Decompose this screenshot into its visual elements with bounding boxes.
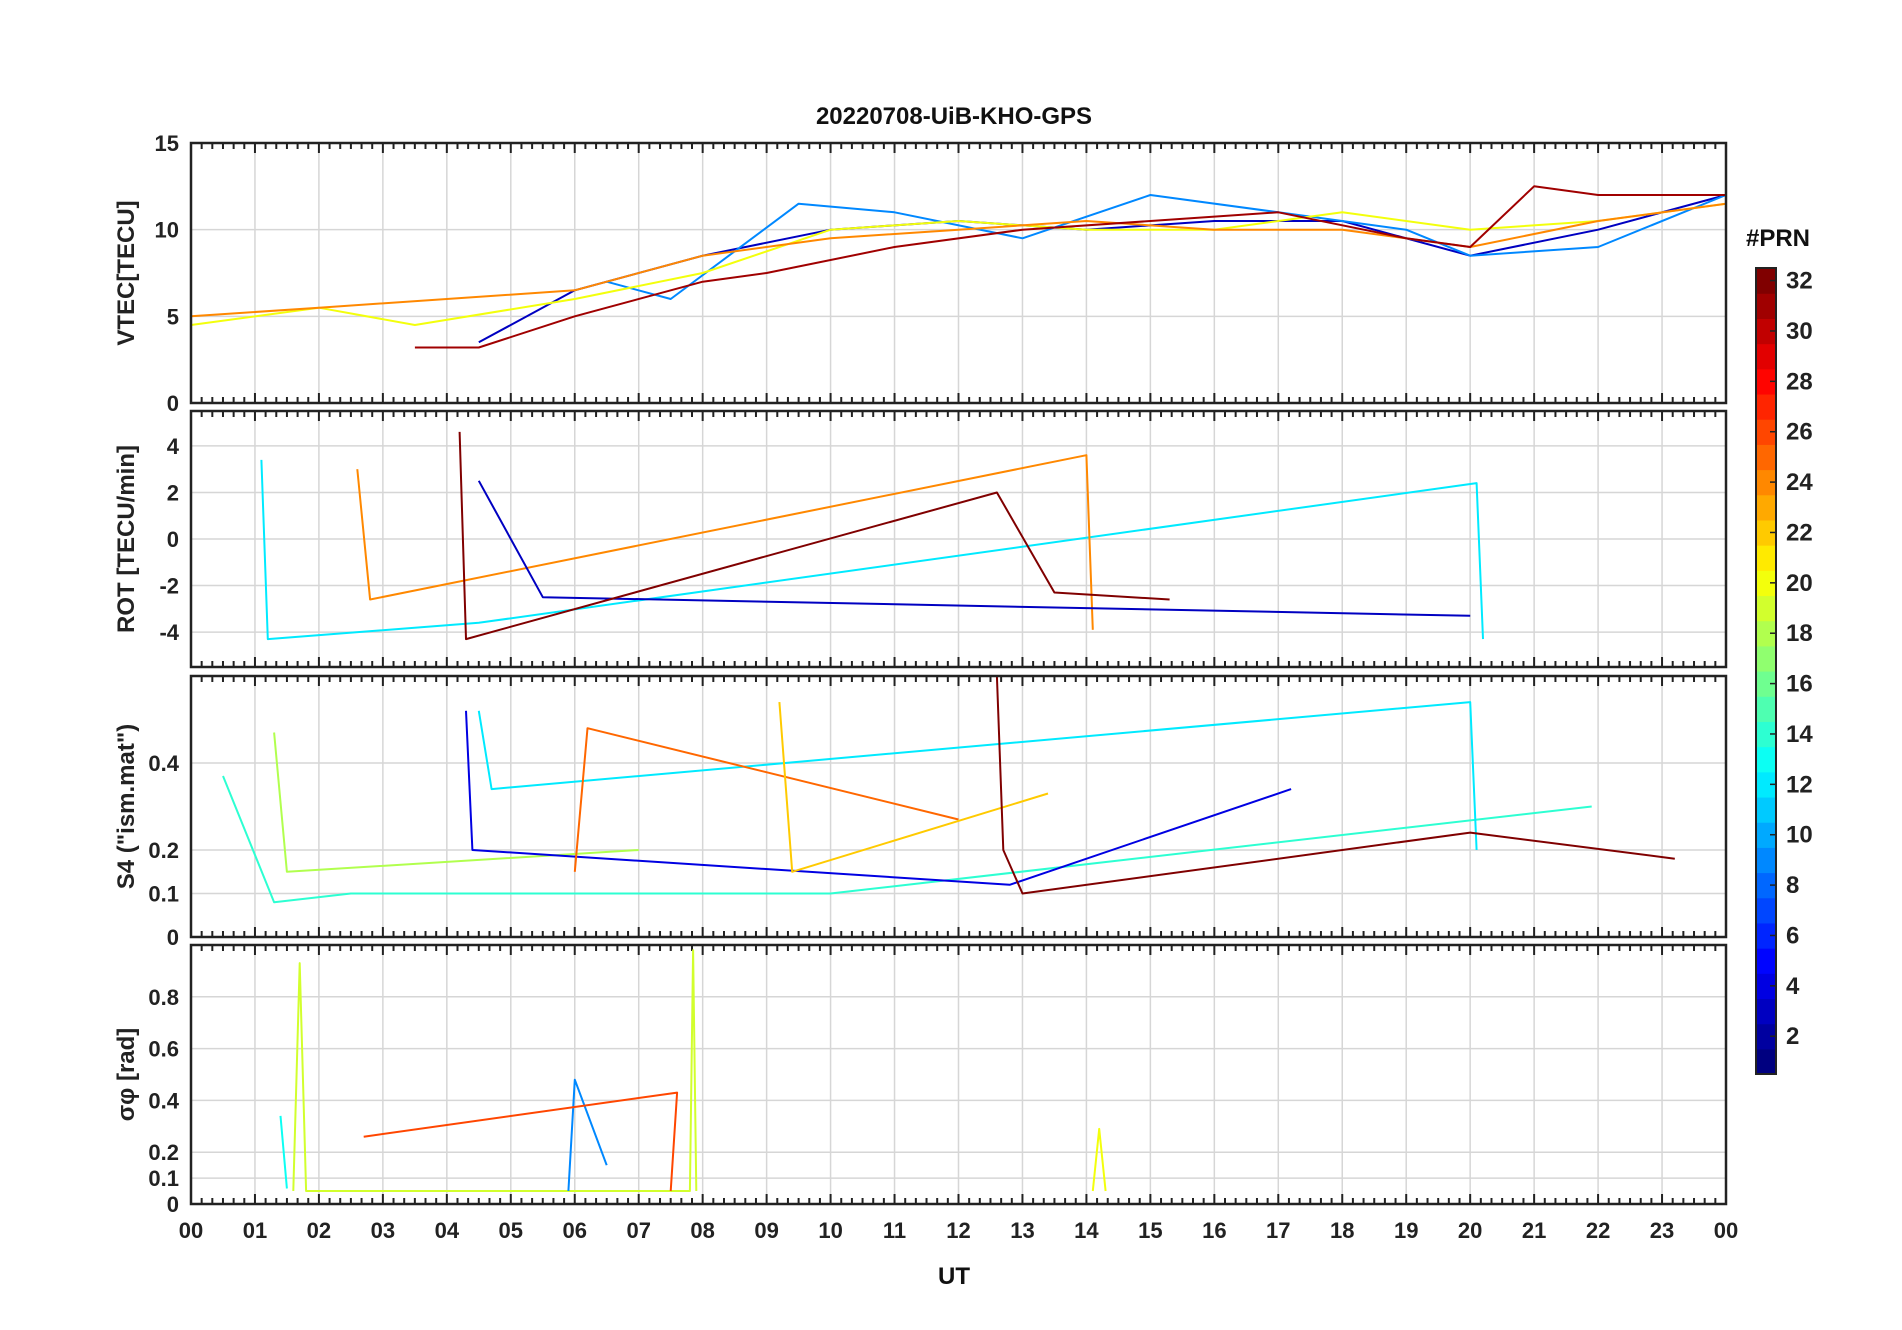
colorbar-title: #PRN (1746, 225, 1810, 252)
x-tick-label: 07 (626, 1218, 650, 1243)
colorbar-band (1756, 948, 1776, 974)
x-tick-label: 04 (435, 1218, 460, 1243)
colorbar-tick-label: 20 (1786, 570, 1813, 597)
y-tick-label: 0.4 (148, 1088, 179, 1113)
y-tick-label: 10 (155, 218, 179, 243)
colorbar-tick-label: 30 (1786, 318, 1813, 345)
y-tick-label: 4 (167, 434, 180, 459)
y-tick-label: 5 (167, 304, 179, 329)
colorbar-band (1756, 645, 1776, 672)
colorbar-band (1756, 696, 1776, 722)
x-tick-label: 10 (818, 1218, 842, 1243)
colorbar-band (1756, 343, 1776, 370)
colorbar-band (1756, 746, 1776, 773)
x-tick-label: 18 (1330, 1218, 1354, 1243)
y-tick-label: -2 (159, 574, 179, 599)
colorbar: 2468101214161820222426283032 (1755, 267, 1813, 1075)
y-tick-label: 0.8 (148, 985, 179, 1010)
colorbar-tick-label: 2 (1786, 1023, 1799, 1050)
panel-s4: 0 0.1 0.2 0.4 S4 ("ism.mat") (113, 674, 1728, 950)
y-axis-label: ROT [TECU/min] (113, 445, 140, 633)
x-tick-label: 00 (1714, 1218, 1738, 1243)
x-axis-label: UT (938, 1263, 970, 1290)
x-tick-label: 14 (1074, 1218, 1099, 1243)
colorbar-band (1756, 796, 1776, 823)
colorbar-band (1756, 847, 1776, 874)
y-tick-label: 15 (155, 131, 179, 156)
x-tick-label: 03 (371, 1218, 395, 1243)
x-tick-label: 16 (1202, 1218, 1226, 1243)
x-tick-label: 19 (1394, 1218, 1418, 1243)
panels: 051015VTEC[TECU]-4-2024ROT [TECU/min]00.… (113, 131, 1738, 1243)
colorbar-tick-label: 6 (1786, 922, 1799, 949)
y-tick-label: 2 (167, 480, 179, 505)
colorbar-tick-label: 16 (1786, 671, 1813, 698)
panel-rot: -4 -2 0 2 4 ROT [TECU/min] (113, 409, 1728, 669)
panel-vtec: 0 5 10 15 VTEC[TECU] (113, 131, 1728, 416)
colorbar-tick-label: 24 (1786, 469, 1813, 496)
colorbar-tick-label: 26 (1786, 419, 1813, 446)
x-tick-label: 20 (1458, 1218, 1482, 1243)
panel-sigma_phi: 00.10.2 0.4 0.6 0.8 σφ [rad] 00 01 02 03 04 05 06 07… (113, 943, 1738, 1243)
y-axis-label: σφ [rad] (113, 1028, 140, 1122)
figure: 20220708-UiB-KHO-GPS 051015VTEC[TECU]-4-… (113, 103, 1813, 1290)
x-tick-label: 11 (883, 1218, 906, 1243)
colorbar-tick-label: 18 (1786, 620, 1813, 647)
y-tick-label: 0.4 (148, 751, 179, 776)
colorbar-band (1756, 494, 1776, 521)
x-tick-label: 02 (307, 1218, 331, 1243)
colorbar-tick-label: 28 (1786, 368, 1813, 395)
y-tick-label: 0.1 (148, 882, 179, 907)
figure-title: 20220708-UiB-KHO-GPS (816, 103, 1092, 130)
colorbar-band (1756, 293, 1776, 319)
y-tick-label: 0 (167, 925, 179, 950)
colorbar-band (1756, 1048, 1776, 1075)
y-axis-label: S4 ("ism.mat") (113, 724, 140, 889)
colorbar-tick-label: 22 (1786, 519, 1813, 546)
x-tick-label: 06 (563, 1218, 587, 1243)
colorbar-band (1756, 897, 1776, 924)
colorbar-band (1756, 444, 1776, 471)
colorbar-tick-label: 14 (1786, 721, 1813, 748)
y-tick-label: 0 (167, 1192, 179, 1217)
x-tick-label: 09 (754, 1218, 778, 1243)
x-tick-label: 00 (179, 1218, 203, 1243)
y-tick-label: 0 (167, 527, 179, 552)
y-tick-label: 0.2 (148, 838, 179, 863)
colorbar-band (1756, 393, 1776, 420)
colorbar-tick-label: 32 (1786, 268, 1813, 295)
colorbar-tick-label: 12 (1786, 771, 1813, 798)
y-tick-label: 0.6 (148, 1037, 179, 1062)
y-tick-label: 0.1 (148, 1166, 179, 1191)
x-tick-label: 01 (243, 1218, 267, 1243)
y-tick-label: 0.2 (148, 1140, 179, 1165)
x-tick-label: 13 (1010, 1218, 1034, 1243)
colorbar-band (1756, 545, 1776, 571)
x-tick-label: 05 (499, 1218, 523, 1243)
x-tick-label: 21 (1522, 1218, 1546, 1243)
x-tick-label: 23 (1650, 1218, 1674, 1243)
y-tick-label: -4 (159, 620, 179, 645)
x-tick-label: 15 (1138, 1218, 1162, 1243)
y-axis-label: VTEC[TECU] (113, 200, 140, 345)
colorbar-band (1756, 595, 1776, 622)
x-tick-label: 08 (690, 1218, 714, 1243)
x-tick-label: 12 (946, 1218, 970, 1243)
colorbar-tick-label: 8 (1786, 872, 1799, 899)
x-tick-label: 17 (1266, 1218, 1290, 1243)
colorbar-band (1756, 998, 1776, 1025)
x-tick-label: 22 (1586, 1218, 1610, 1243)
y-tick-label: 0 (167, 391, 179, 416)
colorbar-tick-label: 4 (1786, 973, 1800, 1000)
colorbar-tick-label: 10 (1786, 822, 1813, 849)
